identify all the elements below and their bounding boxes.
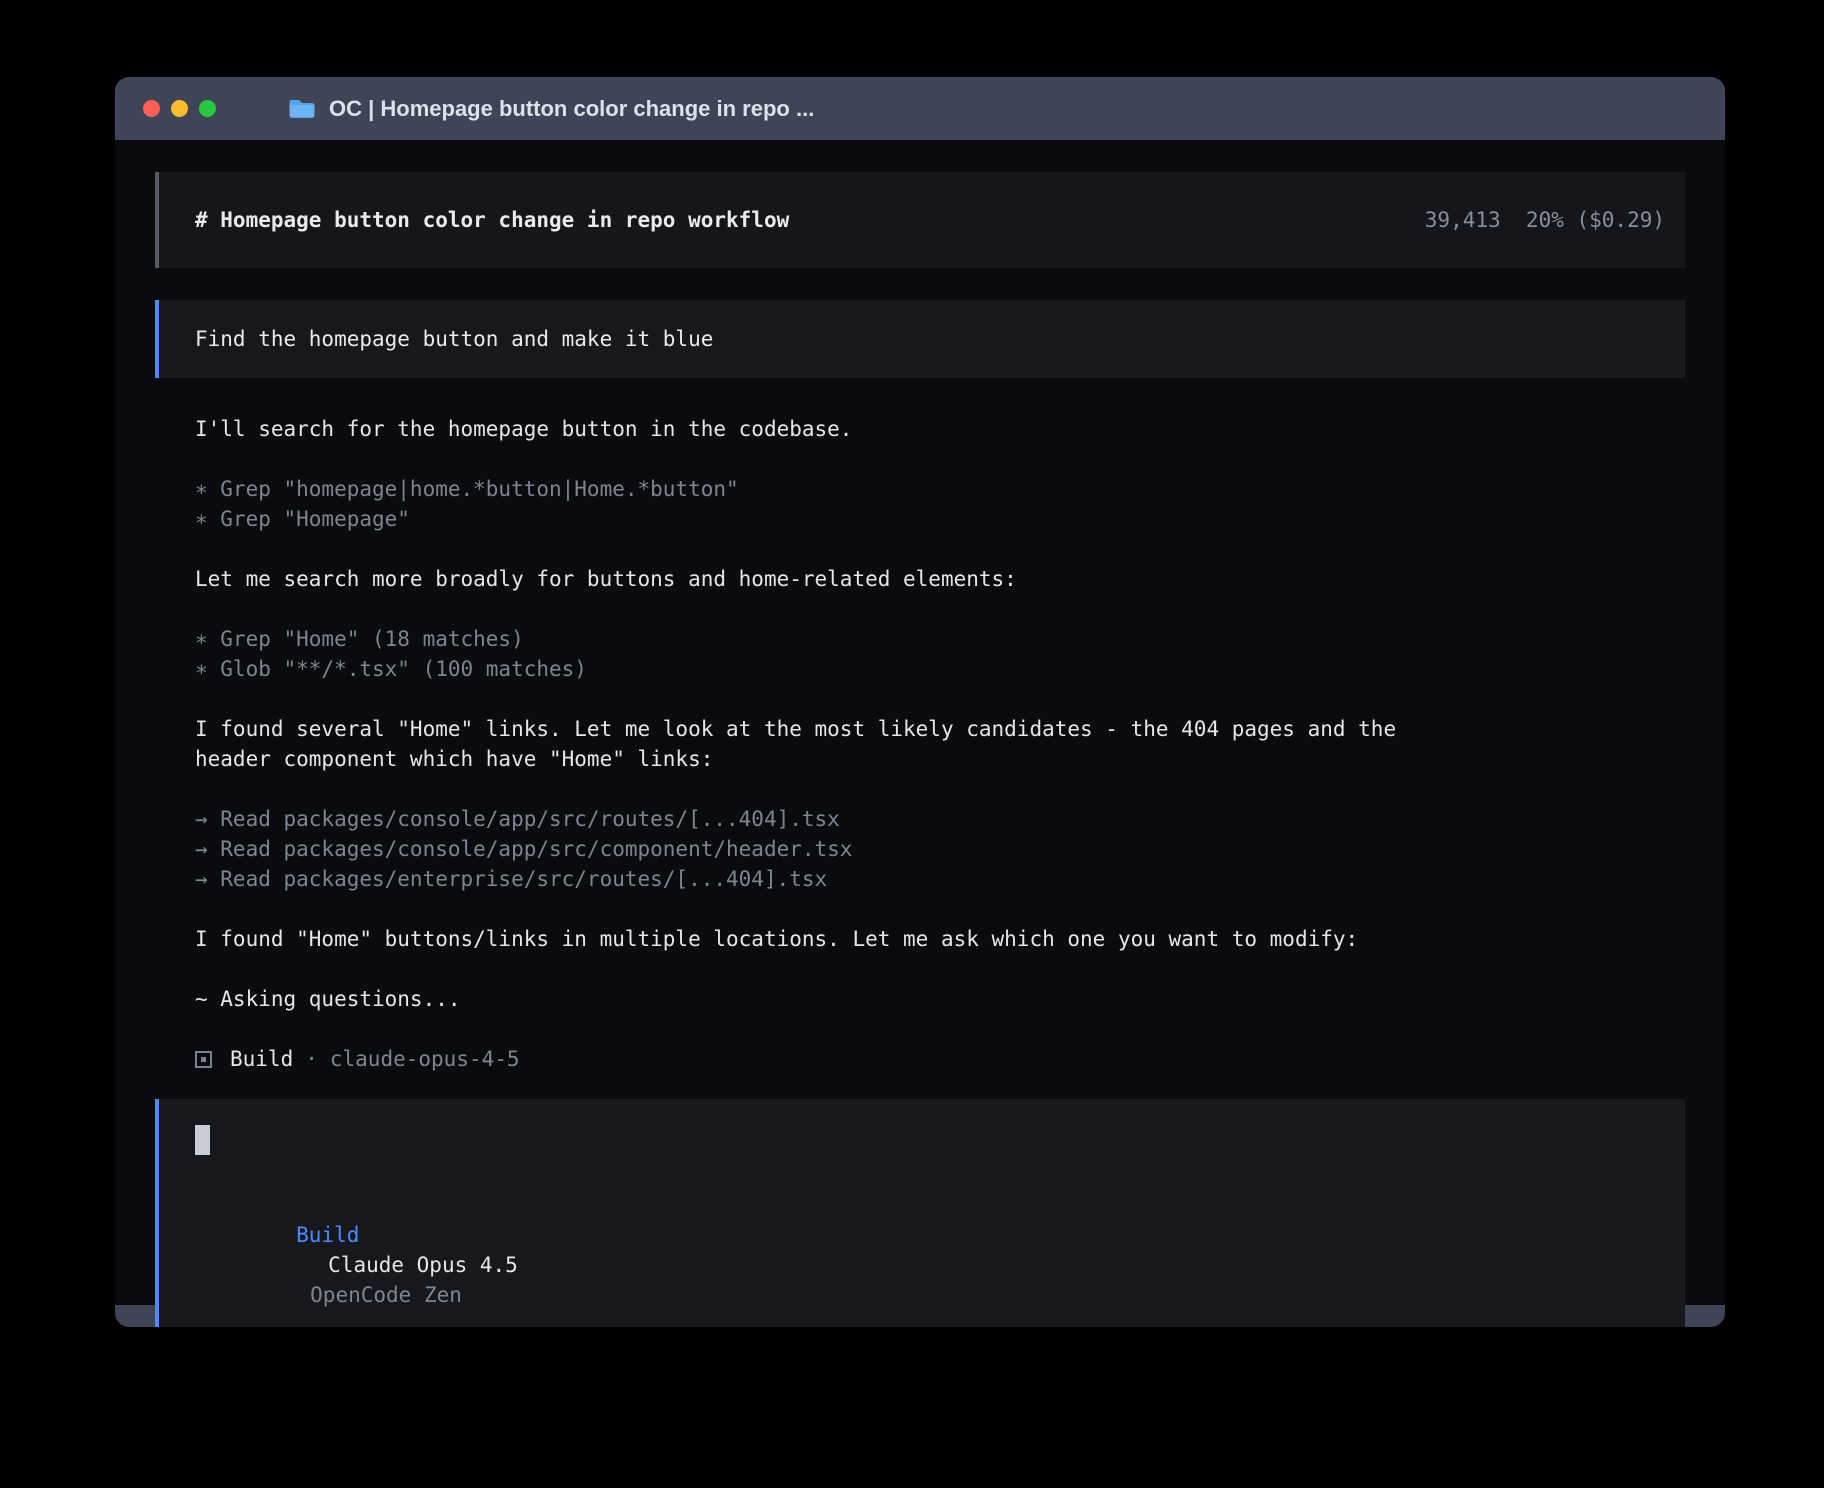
blank-line <box>195 1014 1685 1044</box>
user-message: Find the homepage button and make it blu… <box>155 300 1685 378</box>
input-spacer <box>195 1160 1649 1190</box>
assistant-text-line: header component which have "Home" links… <box>195 744 1685 774</box>
tool-call-line: ∗ Grep "homepage|home.*button|Home.*butt… <box>195 474 1685 504</box>
tool-call-line: → Read packages/console/app/src/routes/[… <box>195 804 1685 834</box>
input-status-line: Build Claude Opus 4.5 OpenCode Zen <box>195 1190 1649 1327</box>
blank-line <box>195 954 1685 984</box>
user-message-text: Find the homepage button and make it blu… <box>195 327 713 351</box>
tool-call-line: ∗ Grep "Homepage" <box>195 504 1685 534</box>
prompt-input[interactable]: Build Claude Opus 4.5 OpenCode Zen <box>155 1099 1685 1327</box>
agent-status-line: Build · claude-opus-4-5 <box>195 1044 1685 1074</box>
agent-model: claude-opus-4-5 <box>330 1044 520 1074</box>
traffic-lights <box>143 100 216 117</box>
assistant-text-line: I found "Home" buttons/links in multiple… <box>195 924 1685 954</box>
conversation-lines: I'll search for the homepage button in t… <box>195 414 1685 1044</box>
input-provider: OpenCode Zen <box>310 1283 462 1307</box>
agent-name: Build <box>230 1044 293 1074</box>
close-button[interactable] <box>143 100 160 117</box>
assistant-text-line: Let me search more broadly for buttons a… <box>195 564 1685 594</box>
window-titlebar[interactable]: OC | Homepage button color change in rep… <box>115 77 1725 140</box>
window-title: OC | Homepage button color change in rep… <box>329 96 814 122</box>
minimize-button[interactable] <box>171 100 188 117</box>
agent-separator: · <box>305 1044 318 1074</box>
window-title-group: OC | Homepage button color change in rep… <box>288 96 814 122</box>
zoom-button[interactable] <box>199 100 216 117</box>
blank-line <box>195 774 1685 804</box>
tool-call-line: ∗ Glob "**/*.tsx" (100 matches) <box>195 654 1685 684</box>
session-title: # Homepage button color change in repo w… <box>195 208 789 232</box>
blank-line <box>195 444 1685 474</box>
blank-line <box>195 594 1685 624</box>
text-cursor <box>195 1125 210 1155</box>
assistant-text-line: ~ Asking questions... <box>195 984 1685 1014</box>
tool-call-line: → Read packages/enterprise/src/routes/[.… <box>195 864 1685 894</box>
tool-call-line: ∗ Grep "Home" (18 matches) <box>195 624 1685 654</box>
session-header: # Homepage button color change in repo w… <box>155 172 1685 268</box>
assistant-text-line: I found several "Home" links. Let me loo… <box>195 714 1685 744</box>
blank-line <box>195 534 1685 564</box>
assistant-text-line: I'll search for the homepage button in t… <box>195 414 1685 444</box>
tool-call-line: → Read packages/console/app/src/componen… <box>195 834 1685 864</box>
input-model: Claude Opus 4.5 <box>328 1253 518 1277</box>
blank-line <box>195 684 1685 714</box>
terminal-window: OC | Homepage button color change in rep… <box>115 77 1725 1327</box>
agent-icon <box>195 1051 212 1068</box>
terminal-content: # Homepage button color change in repo w… <box>115 140 1725 1305</box>
conversation: I'll search for the homepage button in t… <box>155 414 1685 1074</box>
folder-icon <box>288 98 316 120</box>
blank-line <box>195 894 1685 924</box>
input-mode: Build <box>296 1223 359 1247</box>
session-stats: 39,413 20% ($0.29) <box>1425 208 1665 232</box>
